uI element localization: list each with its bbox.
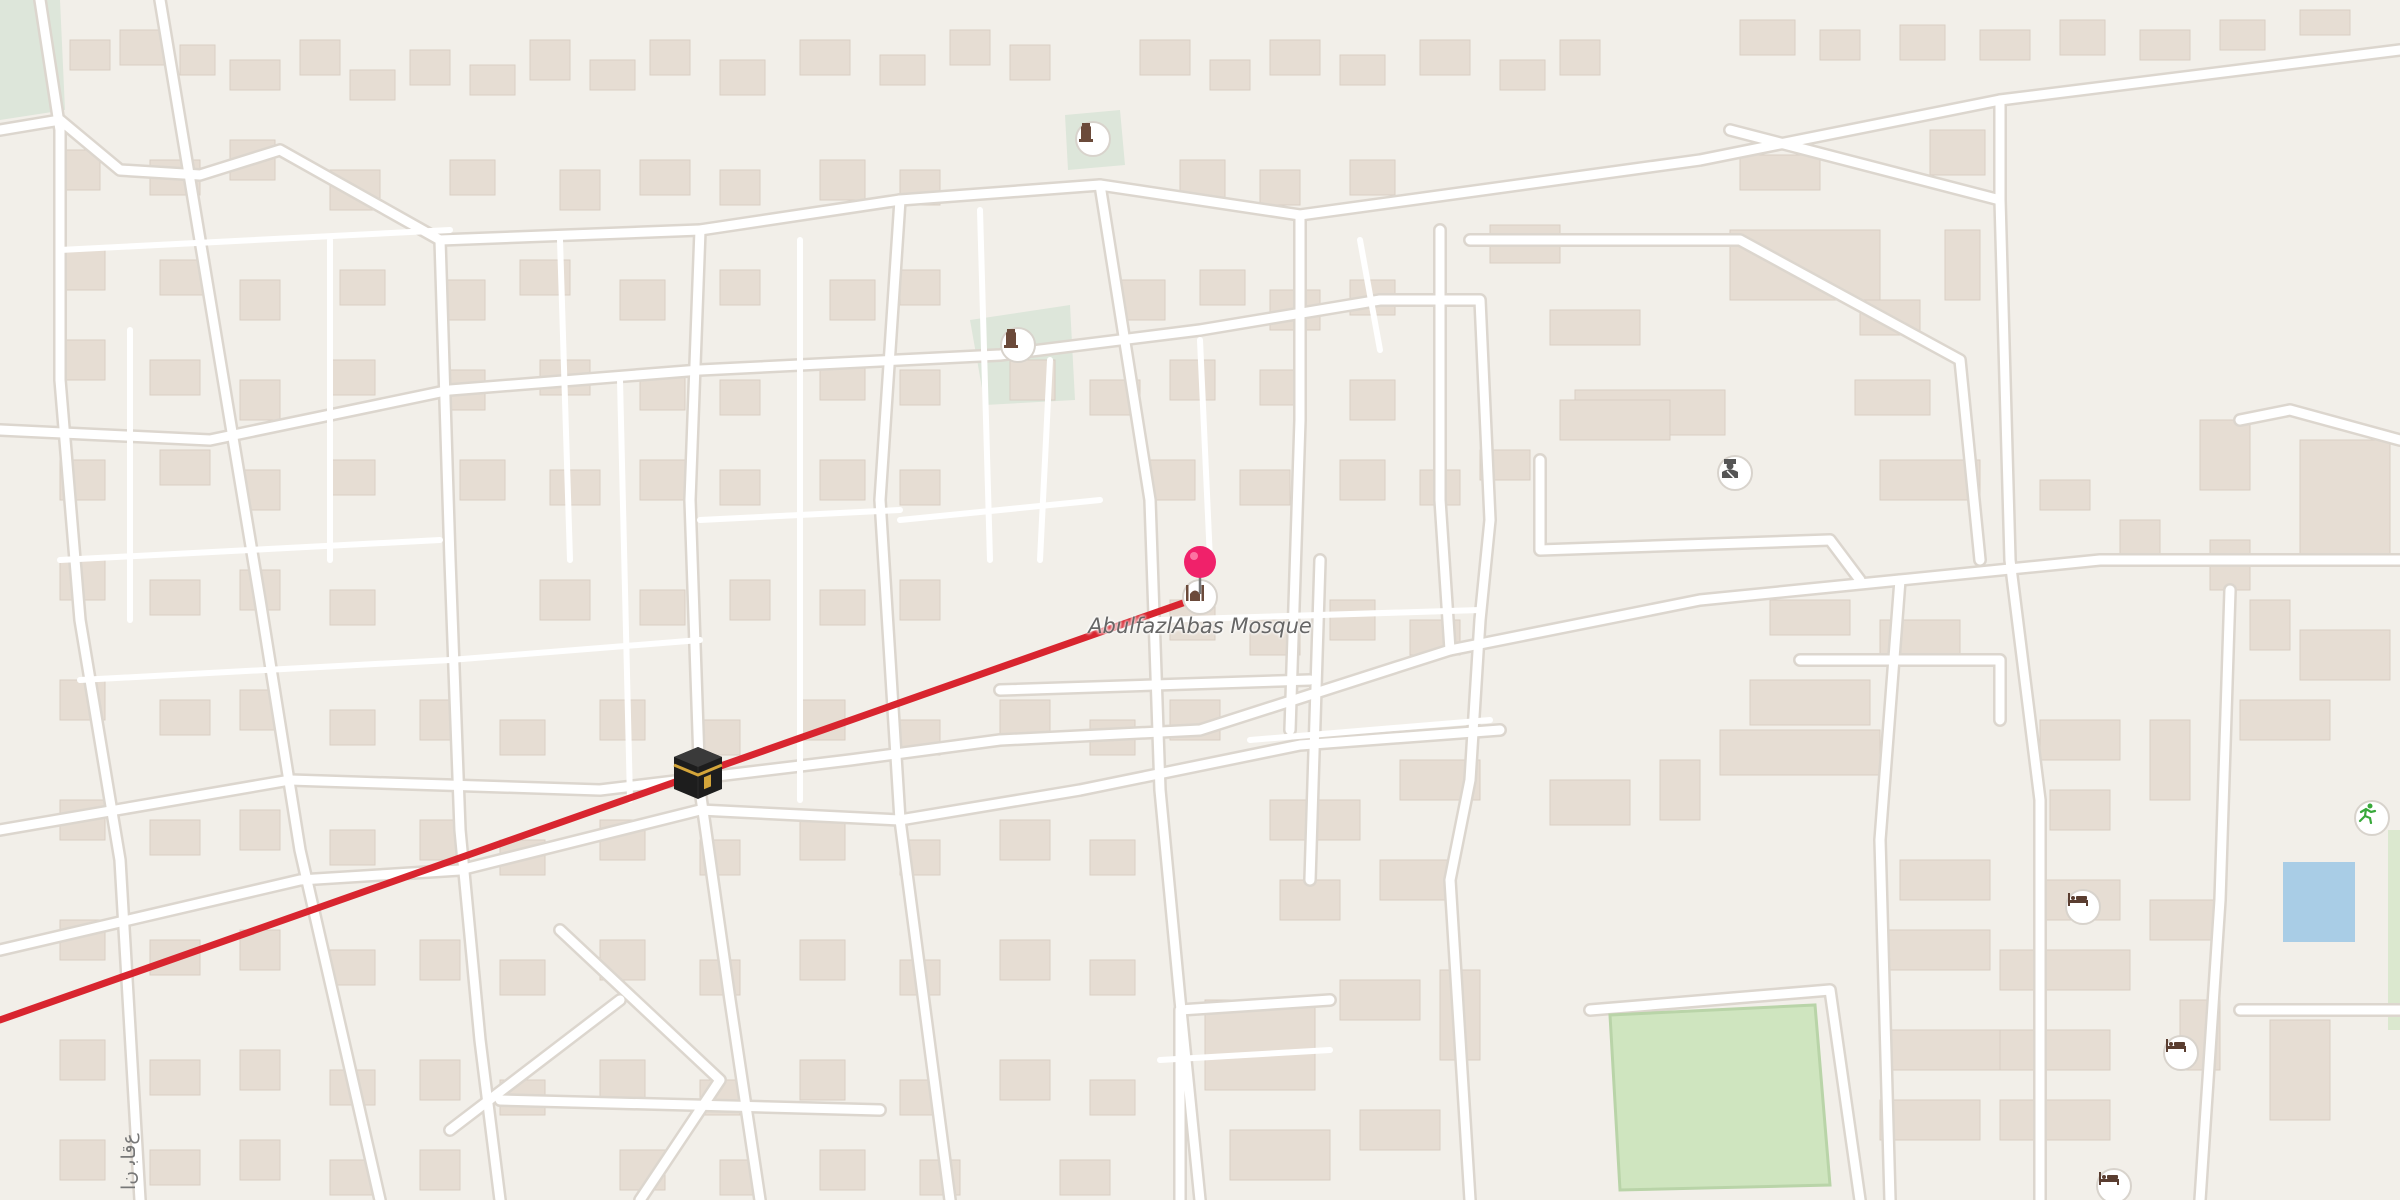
hotel-marker[interactable] — [2065, 889, 2101, 925]
destination-pin[interactable] — [1180, 544, 1220, 596]
cemetery-marker[interactable] — [1000, 327, 1036, 363]
hotel-marker[interactable] — [2163, 1035, 2199, 1071]
police-icon — [1722, 459, 1738, 479]
place-label: AbulfazlAbas Mosque — [1088, 614, 1312, 638]
kaaba-marker[interactable] — [670, 743, 726, 803]
map-pin-icon — [1184, 546, 1216, 594]
street-label: ﻉﻗﺎﺑ ﻥﺍ — [118, 1133, 140, 1190]
kaaba-icon — [673, 747, 723, 799]
hotel-icon — [2099, 1172, 2119, 1185]
map-view[interactable]: AbulfazlAbas Mosque ﻉﻗﺎﺑ ﻥﺍ — [0, 0, 2400, 1200]
sport-marker[interactable] — [2354, 800, 2390, 836]
cemetery-marker[interactable] — [1075, 121, 1111, 157]
hotel-marker[interactable] — [2096, 1168, 2132, 1200]
route-line — [0, 593, 1204, 1024]
police-marker[interactable] — [1717, 455, 1753, 491]
hotel-icon — [2166, 1039, 2186, 1052]
cemetery-icon — [1004, 329, 1018, 348]
hotel-icon — [2068, 893, 2088, 906]
sport-icon — [2358, 803, 2377, 824]
cemetery-icon — [1079, 123, 1093, 142]
